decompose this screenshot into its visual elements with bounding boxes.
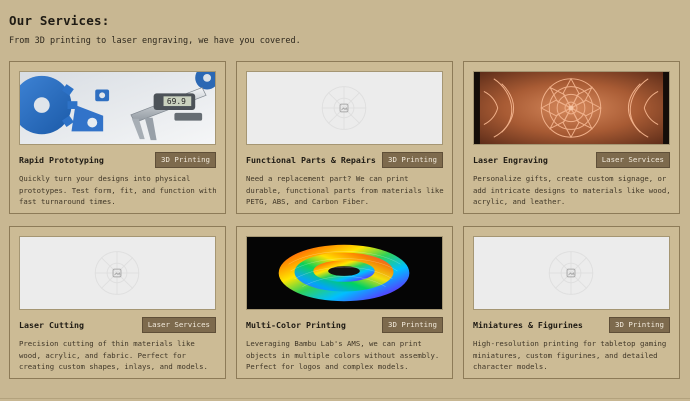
service-title: Laser Cutting	[19, 320, 84, 330]
service-description: Precision cutting of thin materials like…	[19, 339, 208, 371]
page-title: Our Services:	[9, 13, 110, 28]
page-subtitle: From 3D printing to laser engraving, we …	[9, 36, 301, 46]
service-category-badge: 3D Printing	[382, 317, 443, 333]
rainbow-print-photo	[246, 236, 443, 310]
service-title: Functional Parts & Repairs	[246, 155, 376, 165]
service-category-badge: Laser Services	[141, 317, 216, 333]
services-grid: 69.9 Rapid Prototyping 3D Printing Quick…	[9, 61, 682, 381]
engraving-photo	[473, 71, 670, 145]
service-card-miniatures[interactable]: Miniatures & Figurines 3D Printing High-…	[463, 226, 680, 379]
service-description: Quickly turn your designs into physical …	[19, 174, 217, 206]
service-category-badge: 3D Printing	[609, 317, 670, 333]
image-placeholder	[246, 71, 443, 145]
svg-text:69.9: 69.9	[167, 97, 186, 106]
service-card-rapid-prototyping[interactable]: 69.9 Rapid Prototyping 3D Printing Quick…	[9, 61, 226, 214]
service-category-badge: 3D Printing	[155, 152, 216, 168]
service-title: Rapid Prototyping	[19, 155, 104, 165]
prototype-photo: 69.9	[19, 71, 216, 145]
service-card-multi-color-printing[interactable]: Multi-Color Printing 3D Printing Leverag…	[236, 226, 453, 379]
service-category-badge: Laser Services	[595, 152, 670, 168]
image-placeholder	[473, 236, 670, 310]
service-title: Miniatures & Figurines	[473, 320, 583, 330]
service-title: Laser Engraving	[473, 155, 548, 165]
service-card-functional-parts[interactable]: Functional Parts & Repairs 3D Printing N…	[236, 61, 453, 214]
service-category-badge: 3D Printing	[382, 152, 443, 168]
service-title: Multi-Color Printing	[246, 320, 346, 330]
image-placeholder	[19, 236, 216, 310]
service-card-laser-engraving[interactable]: Laser Engraving Laser Services Personali…	[463, 61, 680, 214]
service-card-laser-cutting[interactable]: Laser Cutting Laser Services Precision c…	[9, 226, 226, 379]
page-divider	[0, 398, 690, 399]
service-description: Need a replacement part? We can print du…	[246, 174, 444, 206]
service-description: Leveraging Bambu Lab's AMS, we can print…	[246, 339, 440, 371]
service-description: High-resolution printing for tabletop ga…	[473, 339, 667, 371]
service-description: Personalize gifts, create custom signage…	[473, 174, 671, 206]
